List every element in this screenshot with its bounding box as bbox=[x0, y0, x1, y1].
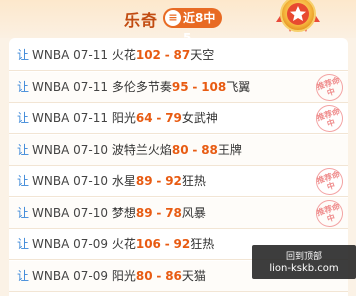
match-row[interactable]: 让 WNBA 07-10 梦想89 - 78风暴 推荐命中 bbox=[9, 195, 348, 231]
match-date: 07-09 bbox=[73, 237, 108, 251]
away-score: 78 bbox=[165, 205, 182, 220]
home-score: 95 bbox=[171, 79, 189, 94]
home-team: 火花 bbox=[111, 237, 136, 251]
match-date: 07-11 bbox=[73, 111, 108, 125]
away-score: 87 bbox=[173, 48, 191, 62]
match-row[interactable]: 让 WNBA 07-11 火花102 - 87天空 bbox=[9, 40, 348, 71]
away-team: 风暴 bbox=[181, 205, 206, 220]
match-date: 07-09 bbox=[73, 268, 108, 283]
score-separator: - bbox=[156, 174, 162, 188]
match-info: WNBA 07-11 阳光64 - 79女武神 bbox=[32, 103, 218, 134]
league-name: WNBA bbox=[32, 237, 70, 251]
away-team: 天空 bbox=[190, 48, 215, 62]
tooltip-title: 回到顶部 bbox=[285, 252, 322, 262]
league-name: WNBA bbox=[32, 79, 70, 94]
home-team: 阳光 bbox=[111, 268, 136, 283]
away-team: 狂热 bbox=[181, 174, 206, 188]
away-team: 女武神 bbox=[181, 111, 218, 125]
home-score: 64 bbox=[135, 111, 153, 125]
away-score: 86 bbox=[165, 268, 182, 283]
league-name: WNBA bbox=[32, 48, 70, 62]
score-separator: - bbox=[156, 268, 162, 283]
league-name: WNBA bbox=[32, 268, 70, 283]
handicap-tag: 让 bbox=[17, 48, 30, 62]
league-name: WNBA bbox=[32, 142, 70, 157]
score-separator: - bbox=[192, 79, 198, 94]
match-info: WNBA 07-11 多伦多节奏95 - 108飞翼 bbox=[32, 72, 250, 103]
home-team: 波特兰火焰 bbox=[111, 142, 172, 157]
match-date: 07-10 bbox=[73, 205, 108, 220]
away-score: 108 bbox=[201, 79, 227, 94]
home-score: 102 bbox=[135, 48, 161, 62]
match-info: WNBA 07-10 水星89 - 92狂热 bbox=[32, 166, 206, 197]
score-separator: - bbox=[156, 111, 162, 125]
handicap-tag: 让 bbox=[17, 111, 30, 125]
match-row[interactable]: 让 WNBA 07-11 多伦多节奏95 - 108飞翼 推荐命中 bbox=[9, 69, 348, 105]
match-info: WNBA 07-09 火花106 - 92狂热 bbox=[32, 229, 214, 260]
match-row[interactable]: 让 WNBA 07-10 水星89 - 92狂热 推荐命中 bbox=[9, 164, 348, 199]
league-name: WNBA bbox=[32, 111, 70, 125]
match-date: 07-10 bbox=[73, 174, 108, 188]
handicap-tag: 让 bbox=[17, 205, 30, 220]
hit-stamp: 推荐命中 bbox=[312, 164, 347, 199]
away-team: 狂热 bbox=[190, 237, 215, 251]
tooltip-domain: lion-kskb.com bbox=[269, 263, 339, 274]
match-info: WNBA 07-11 火花102 - 87天空 bbox=[32, 40, 214, 71]
score-separator: - bbox=[164, 48, 170, 62]
handicap-tag: 让 bbox=[17, 268, 30, 283]
home-team: 水星 bbox=[111, 174, 136, 188]
home-score: 106 bbox=[135, 237, 161, 251]
away-score: 79 bbox=[165, 111, 182, 125]
header: 乐奇 ≡ 近8中5 bbox=[0, 0, 356, 45]
hit-stamp: 推荐命中 bbox=[312, 195, 347, 231]
match-info: WNBA 07-09 阳光80 - 86天猫 bbox=[32, 261, 206, 292]
home-score: 89 bbox=[135, 174, 153, 188]
away-score: 92 bbox=[173, 237, 191, 251]
star-medal-icon bbox=[276, 0, 320, 32]
match-info: WNBA 07-10 波特兰火焰80 - 88王牌 bbox=[32, 135, 242, 166]
away-score: 88 bbox=[201, 142, 218, 157]
match-date: 07-11 bbox=[73, 48, 108, 62]
handicap-tag: 让 bbox=[17, 174, 30, 188]
hit-stamp: 推荐命中 bbox=[312, 69, 347, 105]
home-score: 80 bbox=[171, 142, 189, 157]
league-name: WNBA bbox=[32, 205, 70, 220]
home-team: 多伦多节奏 bbox=[111, 79, 172, 94]
away-team: 王牌 bbox=[217, 142, 242, 157]
match-info: WNBA 07-10 梦想89 - 78风暴 bbox=[32, 198, 206, 229]
match-row[interactable]: 让 WNBA 07-10 波特兰火焰80 - 88王牌 bbox=[9, 134, 348, 166]
away-score: 92 bbox=[165, 174, 182, 188]
record-badge: ≡ 近8中5 bbox=[163, 8, 222, 45]
match-date: 07-10 bbox=[73, 142, 108, 157]
expert-name: 乐奇 bbox=[124, 11, 159, 30]
away-team: 飞翼 bbox=[226, 79, 251, 94]
handicap-tag: 让 bbox=[17, 79, 30, 94]
home-score: 80 bbox=[135, 268, 153, 283]
home-score: 89 bbox=[135, 205, 153, 220]
home-team: 梦想 bbox=[111, 205, 136, 220]
back-to-top-tooltip[interactable]: 回到顶部 lion-kskb.com bbox=[252, 245, 356, 279]
away-team: 天猫 bbox=[181, 268, 206, 283]
score-separator: - bbox=[192, 142, 198, 157]
handicap-tag: 让 bbox=[17, 142, 30, 157]
handicap-tag: 让 bbox=[17, 237, 30, 251]
match-row[interactable]: 让 WNBA 07-11 阳光64 - 79女武神 推荐命中 bbox=[9, 101, 348, 136]
hit-stamp: 推荐命中 bbox=[312, 101, 347, 136]
home-team: 阳光 bbox=[111, 111, 136, 125]
score-separator: - bbox=[164, 237, 170, 251]
league-name: WNBA bbox=[32, 174, 70, 188]
match-date: 07-11 bbox=[73, 79, 108, 94]
score-separator: - bbox=[156, 205, 162, 220]
home-team: 火花 bbox=[111, 48, 136, 62]
list-icon: ≡ bbox=[165, 10, 181, 26]
